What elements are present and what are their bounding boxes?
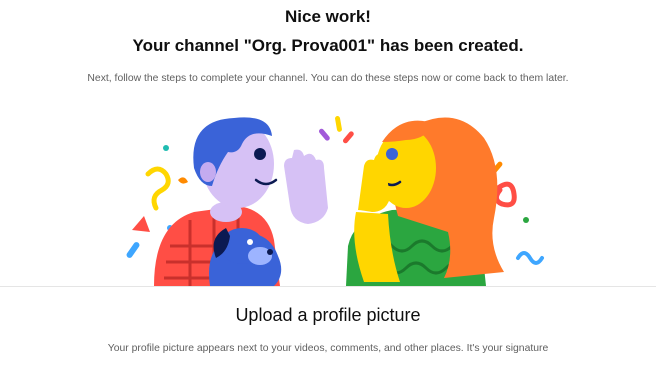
upload-profile-picture-description: Your profile picture appears next to you… bbox=[107, 343, 549, 354]
confetti-orange-leaf bbox=[178, 177, 188, 184]
confetti-teal-dot bbox=[163, 145, 169, 151]
confetti-blue-bar bbox=[126, 242, 140, 258]
section-divider bbox=[0, 286, 656, 287]
confetti-yellow-curl bbox=[145, 166, 171, 211]
confetti-green-dot bbox=[523, 217, 529, 223]
confetti-red-swirl bbox=[494, 181, 517, 208]
page-heading-nice-work: Nice work! bbox=[285, 7, 371, 26]
dog-nose bbox=[267, 249, 273, 255]
confetti-purple-stick bbox=[318, 128, 330, 141]
confetti-red-stick bbox=[342, 131, 354, 144]
high-five-illustration-svg bbox=[126, 115, 544, 286]
confetti-yellow-stick bbox=[335, 115, 342, 132]
girl-eye bbox=[386, 148, 398, 160]
confetti-red-wedge bbox=[132, 216, 150, 232]
boy-eye bbox=[254, 148, 266, 160]
dog-eye bbox=[247, 239, 253, 245]
page-subtitle: Next, follow the steps to complete your … bbox=[87, 73, 569, 84]
page-heading-channel-created: Your channel "Org. Prova001" has been cr… bbox=[132, 36, 524, 55]
boy-ear bbox=[200, 162, 216, 182]
celebration-illustration bbox=[110, 96, 550, 286]
upload-profile-picture-title: Upload a profile picture bbox=[235, 305, 421, 325]
confetti-blue-wave bbox=[516, 251, 544, 265]
boy-hand bbox=[284, 149, 328, 224]
